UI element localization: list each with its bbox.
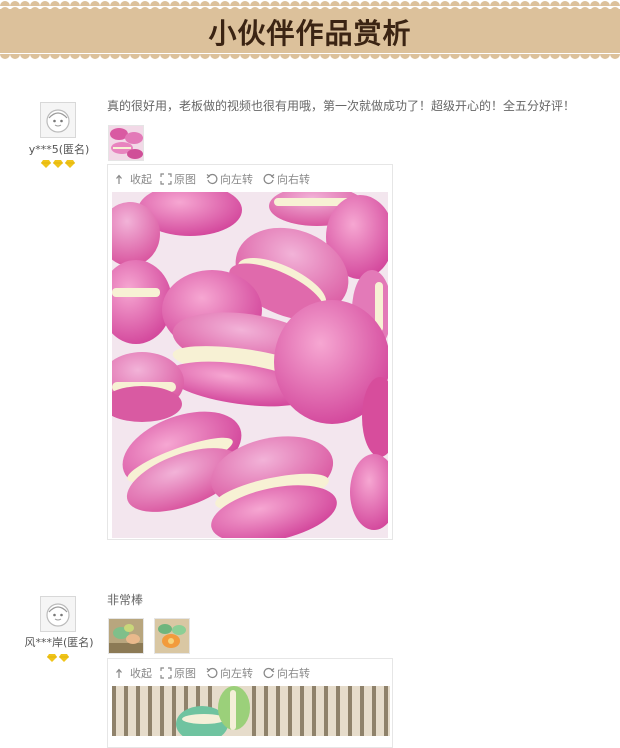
rotate-right-button[interactable]: 向右转	[263, 665, 310, 680]
macarons-thumbnail-1	[109, 619, 143, 653]
review-thumbnail[interactable]	[108, 618, 144, 654]
viewer-toolbar: 收起 原图 向左转 向右转	[108, 165, 392, 191]
fullscreen-icon	[160, 173, 172, 185]
collapse-label: 收起	[130, 173, 152, 186]
rotate-right-icon	[263, 173, 275, 184]
pink-macarons-photo	[112, 192, 388, 538]
rotate-left-label: 向左转	[220, 173, 253, 186]
default-avatar-icon	[46, 603, 70, 627]
rotate-left-button[interactable]: 向左转	[206, 665, 253, 680]
rotate-left-icon	[206, 667, 218, 678]
image-viewer: 收起 原图 向左转 向右转	[107, 164, 393, 540]
diamond-icon	[47, 654, 57, 662]
collapse-button[interactable]: 收起	[116, 171, 152, 186]
collapse-icon	[116, 174, 122, 184]
viewer-toolbar: 收起 原图 向左转 向右转	[108, 659, 392, 685]
banner-title: 小伙伴作品赏析	[208, 17, 412, 50]
original-image-button[interactable]: 原图	[160, 665, 196, 680]
avatar[interactable]	[40, 596, 76, 632]
rotate-right-label: 向右转	[277, 667, 310, 680]
rotate-right-button[interactable]: 向右转	[263, 171, 310, 186]
review-text: 非常棒	[107, 593, 144, 607]
fullscreen-icon	[160, 667, 172, 679]
section-banner: 小伙伴作品赏析	[0, 0, 620, 62]
username: 风***岸(匿名)	[24, 636, 94, 649]
review-photo[interactable]	[112, 686, 390, 736]
original-image-button[interactable]: 原图	[160, 171, 196, 186]
diamond-icon	[41, 160, 51, 168]
rotate-left-button[interactable]: 向左转	[206, 171, 253, 186]
review-thumbnail[interactable]	[154, 618, 190, 654]
rotate-right-label: 向右转	[277, 173, 310, 186]
green-macarons-photo	[112, 686, 390, 736]
collapse-icon	[116, 668, 122, 678]
rotate-right-icon	[263, 667, 275, 678]
diamond-icon	[59, 654, 69, 662]
macarons-thumbnail-2	[155, 619, 189, 653]
original-image-label: 原图	[174, 173, 196, 186]
user-level	[0, 654, 116, 662]
review-text: 真的很好用，老板做的视频也很有用哦，第一次就做成功了！超级开心的！全五分好评！	[107, 99, 576, 113]
review-photo[interactable]	[112, 192, 388, 538]
username: y***5(匿名)	[28, 143, 90, 156]
original-image-label: 原图	[174, 667, 196, 680]
diamond-icon	[65, 160, 75, 168]
user-level	[0, 160, 116, 168]
collapse-label: 收起	[130, 667, 152, 680]
avatar[interactable]	[40, 102, 76, 138]
collapse-button[interactable]: 收起	[116, 665, 152, 680]
rotate-left-icon	[206, 173, 218, 184]
diamond-icon	[53, 160, 63, 168]
review-thumbnail[interactable]	[108, 125, 144, 161]
image-viewer: 收起 原图 向左转 向右转	[107, 658, 393, 748]
default-avatar-icon	[46, 109, 70, 133]
pink-macarons-thumbnail	[109, 126, 143, 160]
rotate-left-label: 向左转	[220, 667, 253, 680]
